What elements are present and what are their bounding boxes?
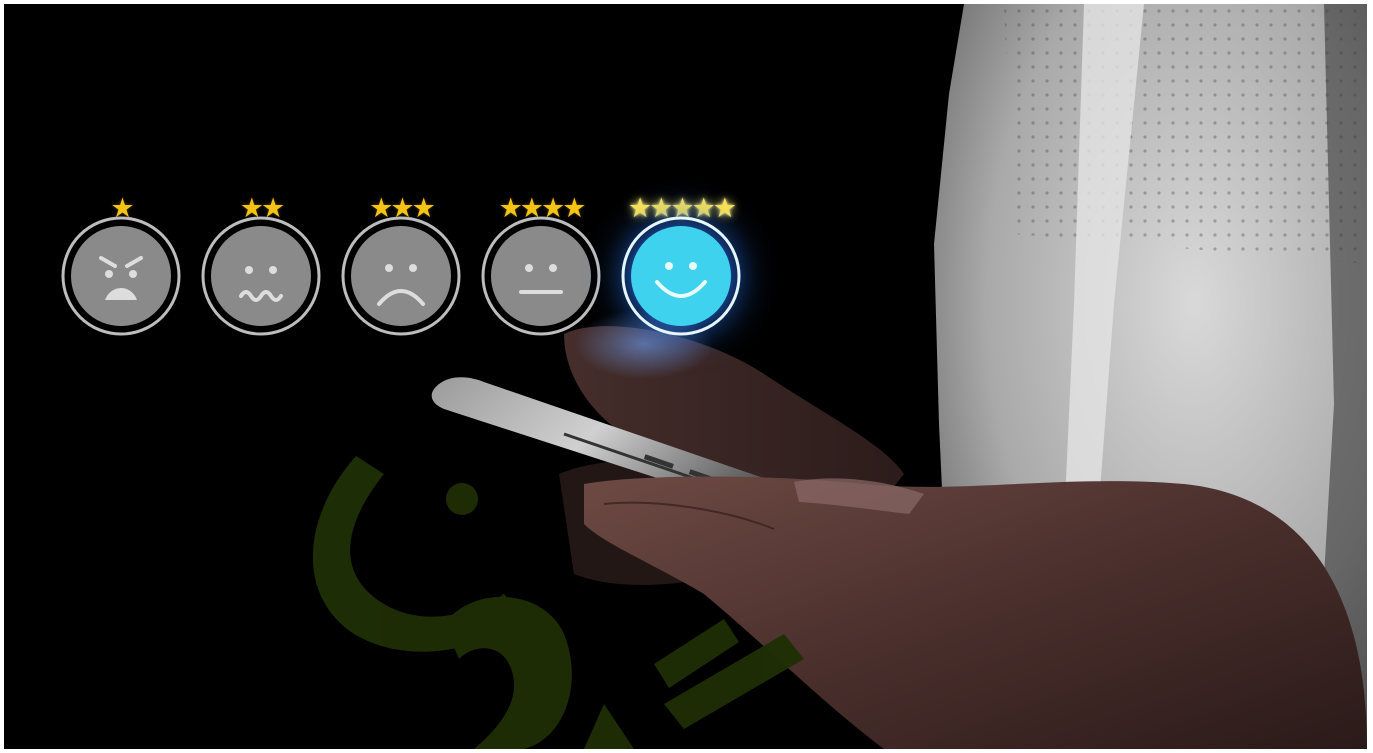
photo-frame: ★ ★★ ★★★ ★★★★ ★★★★★ — [4, 4, 1367, 749]
neutral-face-icon — [479, 214, 603, 338]
rating-option-2[interactable]: ★★ — [199, 194, 323, 374]
rating-option-1[interactable]: ★ — [59, 194, 183, 374]
rating-option-4[interactable]: ★★★★ — [479, 194, 603, 374]
emoji-rating-scale: ★ ★★ ★★★ ★★★★ ★★★★★ — [4, 4, 1367, 404]
rating-option-5[interactable]: ★★★★★ — [619, 194, 743, 374]
smiling-face-icon — [619, 214, 743, 338]
sad-face-icon — [339, 214, 463, 338]
rating-option-3[interactable]: ★★★ — [339, 194, 463, 374]
worried-face-icon — [199, 214, 323, 338]
angry-face-icon — [59, 214, 183, 338]
